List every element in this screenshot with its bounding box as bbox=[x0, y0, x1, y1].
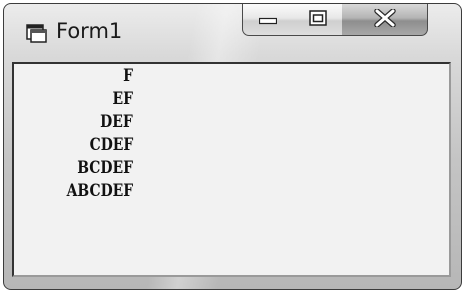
minimize-button[interactable] bbox=[242, 4, 294, 36]
form1-window: Form1 F EF DEF CDEF BCDEF ABCDEF bbox=[3, 3, 462, 290]
printed-line: BCDEF bbox=[77, 158, 133, 178]
printed-line: CDEF bbox=[89, 135, 133, 155]
window-title: Form1 bbox=[56, 19, 123, 43]
printed-line: F bbox=[123, 66, 133, 86]
printed-line: DEF bbox=[100, 112, 133, 132]
close-icon bbox=[373, 7, 396, 31]
close-button[interactable] bbox=[342, 4, 428, 36]
maximize-button[interactable] bbox=[293, 4, 343, 36]
minimize-icon bbox=[258, 10, 278, 29]
printed-line: EF bbox=[112, 89, 133, 109]
form-icon[interactable] bbox=[26, 24, 48, 44]
form-client-area: F EF DEF CDEF BCDEF ABCDEF bbox=[12, 62, 451, 277]
maximize-icon bbox=[308, 9, 327, 30]
printed-line: ABCDEF bbox=[66, 181, 133, 201]
title-bar[interactable]: Form1 bbox=[4, 4, 461, 62]
